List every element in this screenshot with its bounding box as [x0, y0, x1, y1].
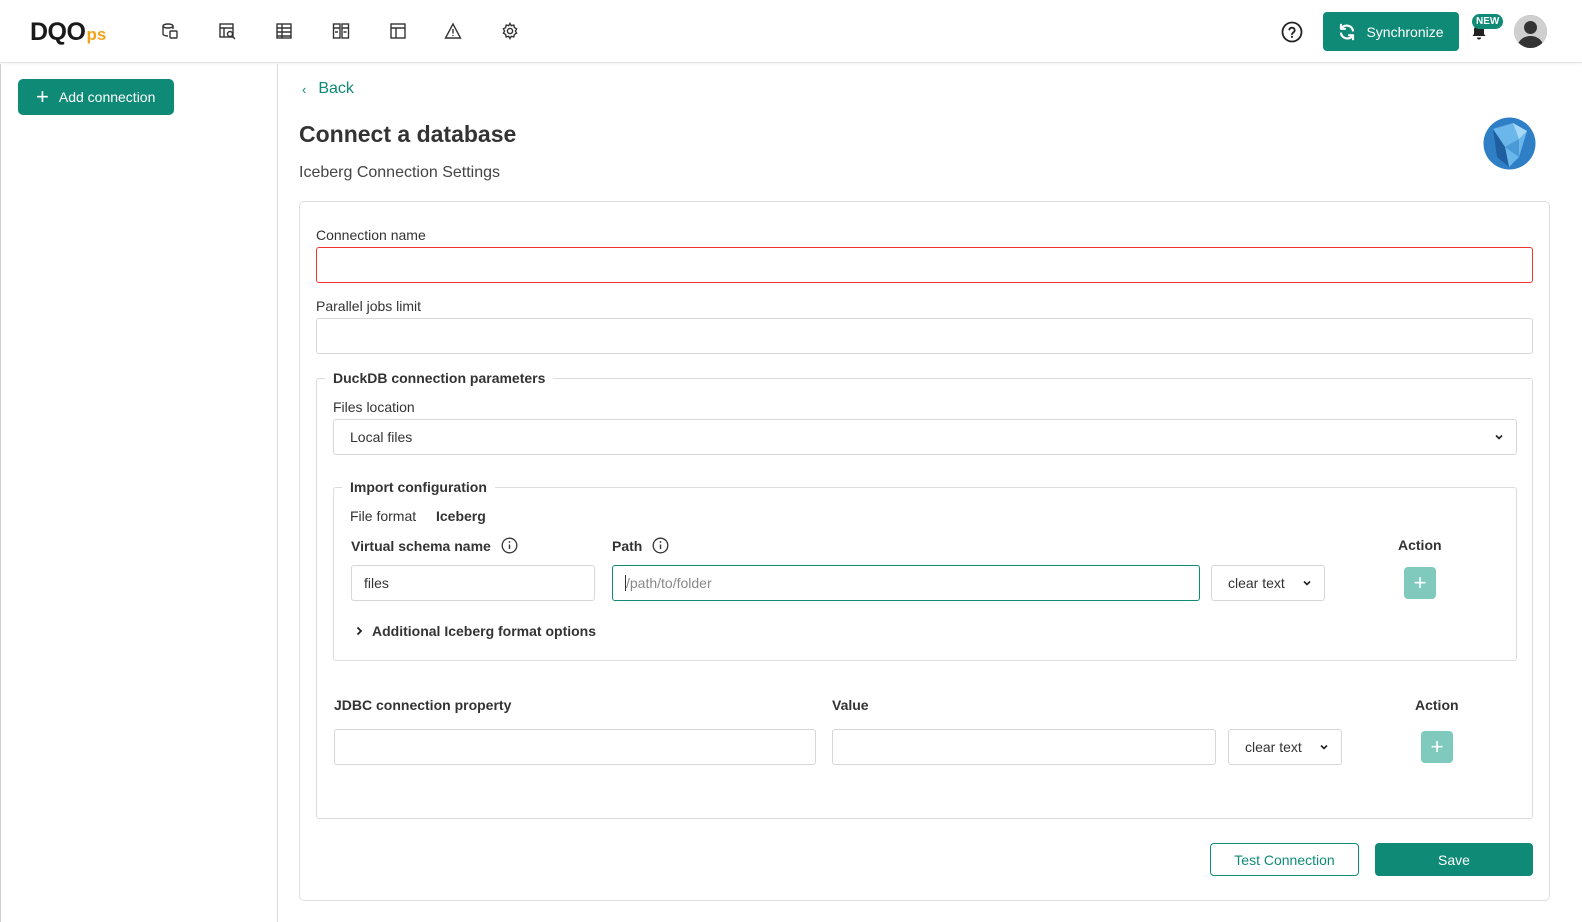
synchronize-button[interactable]: Synchronize [1323, 12, 1459, 51]
plus-icon: + [36, 84, 49, 109]
chevron-down-icon [1320, 744, 1328, 750]
add-path-button[interactable]: + [1404, 567, 1436, 599]
files-location-label: Files location [333, 399, 415, 415]
top-bar: DQO ps Synchronize NEW [0, 0, 1582, 63]
path-mode-value: clear text [1228, 575, 1285, 591]
info-icon[interactable] [501, 537, 518, 554]
files-location-value: Local files [350, 429, 413, 445]
dqops-logo[interactable]: DQO ps [30, 18, 106, 46]
save-button[interactable]: Save [1375, 843, 1533, 876]
info-icon[interactable] [652, 537, 669, 554]
file-format-value: Iceberg [436, 508, 486, 524]
user-avatar[interactable] [1514, 15, 1547, 48]
logo-suffix: ps [86, 25, 107, 44]
path-input[interactable]: /path/to/folder [612, 565, 1200, 601]
jdbc-action-header: Action [1415, 697, 1459, 713]
jdbc-mode-select[interactable]: clear text [1228, 729, 1342, 765]
chevron-down-icon [1495, 434, 1503, 440]
jdbc-mode-value: clear text [1245, 739, 1302, 755]
additional-options-label: Additional Iceberg format options [372, 623, 597, 639]
virtual-schema-input[interactable]: files [351, 565, 595, 601]
jdbc-property-header: JDBC connection property [334, 697, 512, 713]
files-location-select[interactable]: Local files [333, 419, 1517, 455]
import-configuration-legend: Import configuration [342, 479, 495, 495]
add-connection-button[interactable]: + Add connection [18, 79, 174, 115]
file-format-label: File format [350, 508, 417, 524]
data-quality-checks-icon[interactable] [274, 21, 294, 41]
connection-name-input[interactable] [316, 247, 1533, 283]
iceberg-logo-icon [1483, 117, 1536, 170]
connection-form-card: Connection name Parallel jobs limit Duck… [299, 201, 1550, 901]
path-header-label: Path [612, 537, 643, 554]
data-quality-dashboards-icon[interactable] [331, 21, 351, 41]
sidebar: + Add connection [0, 64, 278, 922]
page-title: Connect a database [299, 121, 517, 147]
main-content: ‹ Back Connect a database Iceberg Connec… [279, 64, 1582, 922]
data-sources-icon[interactable] [160, 21, 180, 41]
incidents-icon[interactable] [443, 21, 463, 41]
add-jdbc-property-button[interactable]: + [1421, 731, 1453, 763]
add-connection-label: Add connection [58, 89, 156, 105]
additional-options-toggle[interactable]: Additional Iceberg format options [355, 623, 596, 639]
new-badge: NEW [1472, 14, 1504, 29]
data-quality-overview-icon[interactable] [388, 21, 408, 41]
path-mode-select[interactable]: clear text [1211, 565, 1325, 601]
jdbc-property-input[interactable] [334, 729, 816, 765]
parallel-jobs-label: Parallel jobs limit [316, 298, 422, 314]
synchronize-label: Synchronize [1366, 23, 1444, 40]
help-circle-icon[interactable] [1281, 21, 1303, 43]
back-label: Back [318, 80, 354, 97]
data-profiling-icon[interactable] [217, 21, 237, 41]
sync-icon [1340, 23, 1355, 40]
import-configuration-fieldset: Import configuration File format Iceberg… [333, 479, 1517, 661]
virtual-schema-header: Virtual schema name [351, 537, 518, 554]
virtual-schema-header-label: Virtual schema name [351, 537, 491, 554]
test-connection-button[interactable]: Test Connection [1210, 843, 1359, 876]
chevron-left-icon: ‹ [302, 81, 307, 97]
chevron-down-icon [1303, 580, 1311, 586]
jdbc-value-header: Value [832, 697, 869, 713]
parallel-jobs-input[interactable] [316, 318, 1533, 354]
duckdb-parameters-legend: DuckDB connection parameters [325, 370, 554, 386]
configuration-icon[interactable] [500, 21, 520, 41]
path-header: Path [612, 537, 669, 554]
action-header: Action [1398, 537, 1442, 553]
chevron-right-icon [356, 626, 363, 636]
path-placeholder: /path/to/folder [626, 575, 712, 591]
page-subtitle: Iceberg Connection Settings [299, 164, 501, 181]
back-link[interactable]: ‹ Back [302, 80, 354, 98]
jdbc-value-input[interactable] [832, 729, 1216, 765]
duckdb-parameters-fieldset: DuckDB connection parameters Files locat… [316, 370, 1533, 819]
connection-name-label: Connection name [316, 227, 426, 243]
logo-text: DQO [30, 18, 86, 46]
